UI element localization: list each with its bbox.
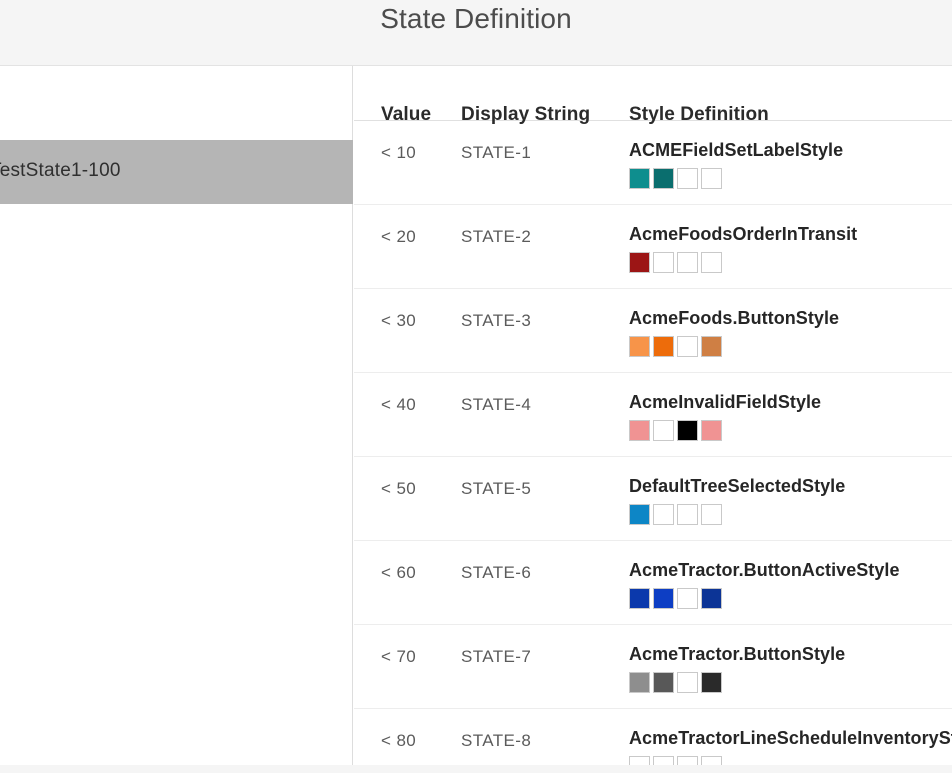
color-swatch xyxy=(677,672,698,693)
color-swatch xyxy=(653,336,674,357)
cell-display-string: STATE-4 xyxy=(461,395,532,414)
style-name: AcmeTractorLineScheduleInventoryStyle xyxy=(629,728,952,748)
cell-style-definition: AcmeFoods.ButtonStyle xyxy=(629,307,949,357)
list-item[interactable]: TestState1-100 xyxy=(0,140,353,204)
cell-value: < 60 xyxy=(381,563,417,582)
cell-style-definition: ACMEFieldSetLabelStyle xyxy=(629,139,949,189)
cell-value: < 20 xyxy=(381,227,417,246)
color-swatch xyxy=(701,504,722,525)
table-row[interactable]: < 50 STATE-5 DefaultTreeSelectedStyle xyxy=(354,457,952,541)
style-name: AcmeTractor.ButtonStyle xyxy=(629,644,846,664)
page-title: State Definition xyxy=(380,3,572,34)
style-name: AcmeInvalidFieldStyle xyxy=(629,392,822,412)
table-row[interactable]: < 20 STATE-2 AcmeFoodsOrderInTransit xyxy=(354,205,952,289)
cell-style-definition: AcmeTractor.ButtonActiveStyle xyxy=(629,559,949,609)
cell-value: < 40 xyxy=(381,395,417,414)
cell-display-string: STATE-8 xyxy=(461,731,532,750)
color-swatch xyxy=(701,168,722,189)
cell-display-string: STATE-3 xyxy=(461,311,532,330)
style-name: AcmeTractor.ButtonActiveStyle xyxy=(629,560,900,580)
color-swatch xyxy=(701,336,722,357)
cell-style-definition: DefaultTreeSelectedStyle xyxy=(629,475,949,525)
color-swatch xyxy=(653,168,674,189)
color-swatch xyxy=(629,252,650,273)
color-swatch xyxy=(629,672,650,693)
table-row[interactable]: < 40 STATE-4 AcmeInvalidFieldStyle xyxy=(354,373,952,457)
color-swatch xyxy=(653,252,674,273)
swatch-group xyxy=(629,168,949,189)
swatch-group xyxy=(629,420,949,441)
color-swatch xyxy=(629,336,650,357)
color-swatch xyxy=(653,420,674,441)
cell-display-string: STATE-2 xyxy=(461,227,532,246)
cell-display-string: STATE-1 xyxy=(461,143,532,162)
style-name: ACMEFieldSetLabelStyle xyxy=(629,140,844,160)
color-swatch xyxy=(653,504,674,525)
suggestion-label: TestState1-100 xyxy=(0,160,121,181)
color-swatch xyxy=(629,168,650,189)
cell-style-definition: AcmeFoodsOrderInTransit xyxy=(629,223,949,273)
color-swatch xyxy=(677,504,698,525)
color-swatch xyxy=(677,420,698,441)
color-swatch xyxy=(677,336,698,357)
color-swatch xyxy=(629,588,650,609)
swatch-group xyxy=(629,672,949,693)
cell-value: < 80 xyxy=(381,731,417,750)
cell-value: < 70 xyxy=(381,647,417,666)
color-swatch xyxy=(653,672,674,693)
color-swatch xyxy=(701,588,722,609)
page-header: State Definition xyxy=(0,0,952,66)
table-row[interactable]: < 60 STATE-6 AcmeTractor.ButtonActiveSty… xyxy=(354,541,952,625)
footer-strip xyxy=(0,765,952,773)
state-definition-table-panel: Value Display String Style Definition < … xyxy=(354,66,952,773)
table-header-row: Value Display String Style Definition xyxy=(354,66,952,125)
swatch-group xyxy=(629,588,949,609)
color-swatch xyxy=(677,588,698,609)
color-swatch xyxy=(629,420,650,441)
swatch-group xyxy=(629,504,949,525)
color-swatch xyxy=(701,252,722,273)
cell-display-string: STATE-6 xyxy=(461,563,532,582)
cell-value: < 50 xyxy=(381,479,417,498)
state-definition-table: Value Display String Style Definition < … xyxy=(354,66,952,773)
cell-display-string: STATE-7 xyxy=(461,647,532,666)
swatch-group xyxy=(629,336,949,357)
style-name: DefaultTreeSelectedStyle xyxy=(629,476,846,496)
swatch-group xyxy=(629,252,949,273)
cell-style-definition: AcmeInvalidFieldStyle xyxy=(629,391,949,441)
search-panel: TestState1-100 TestState1-100 xyxy=(0,66,353,773)
cell-value: < 10 xyxy=(381,143,417,162)
cell-style-definition: AcmeTractor.ButtonStyle xyxy=(629,643,949,693)
color-swatch xyxy=(701,420,722,441)
state-definition-screen: State Definition TestState1-100 TestStat… xyxy=(0,0,952,773)
color-swatch xyxy=(677,168,698,189)
style-name: AcmeFoodsOrderInTransit xyxy=(629,224,858,244)
color-swatch xyxy=(629,504,650,525)
table-row[interactable]: < 70 STATE-7 AcmeTractor.ButtonStyle xyxy=(354,625,952,709)
table-row[interactable]: < 10 STATE-1 ACMEFieldSetLabelStyle xyxy=(354,121,952,205)
color-swatch xyxy=(677,252,698,273)
table-row[interactable]: < 30 STATE-3 AcmeFoods.ButtonStyle xyxy=(354,289,952,373)
cell-display-string: STATE-5 xyxy=(461,479,532,498)
style-name: AcmeFoods.ButtonStyle xyxy=(629,308,840,328)
cell-value: < 30 xyxy=(381,311,417,330)
table-row[interactable]: < 80 STATE-8 AcmeTractorLineScheduleInve… xyxy=(354,709,952,773)
color-swatch xyxy=(653,588,674,609)
color-swatch xyxy=(701,672,722,693)
search-suggestion-list: TestState1-100 xyxy=(0,140,353,204)
